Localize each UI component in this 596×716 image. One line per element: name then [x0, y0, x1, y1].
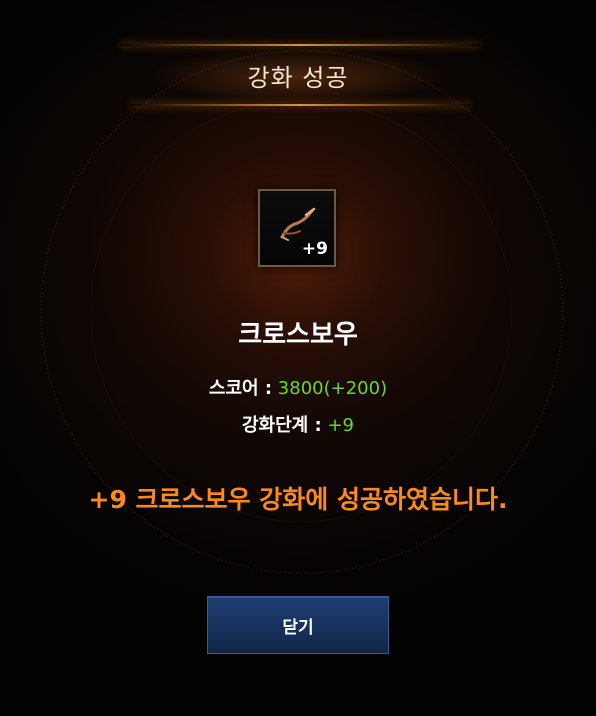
item-name: 크로스보우 [238, 320, 358, 350]
enhance-level-stat: 강화단계 : +9 [0, 411, 596, 437]
enhance-level-value: +9 [327, 415, 354, 436]
score-stat: 스코어 : 3800(+200) [0, 374, 596, 400]
enhance-result-dialog: 강화 성공 +9 크로스보우 스코어 : 3800(+200) 강화단계 : +… [0, 0, 596, 716]
success-message: +9 크로스보우 강화에 성공하였습니다. [88, 485, 508, 514]
dialog-title: 강화 성공 [247, 64, 349, 92]
item-slot: +9 [258, 189, 336, 267]
rune-circle-inner-decoration [90, 100, 512, 522]
enhance-level-label: 강화단계 : [242, 415, 322, 436]
title-top-glow-line [120, 44, 480, 46]
score-label: 스코어 : [208, 378, 273, 399]
title-bottom-glow-line [130, 104, 470, 106]
score-value: 3800(+200) [277, 378, 388, 399]
item-enhance-level-badge: +9 [301, 239, 328, 259]
close-button[interactable]: 닫기 [207, 596, 389, 654]
